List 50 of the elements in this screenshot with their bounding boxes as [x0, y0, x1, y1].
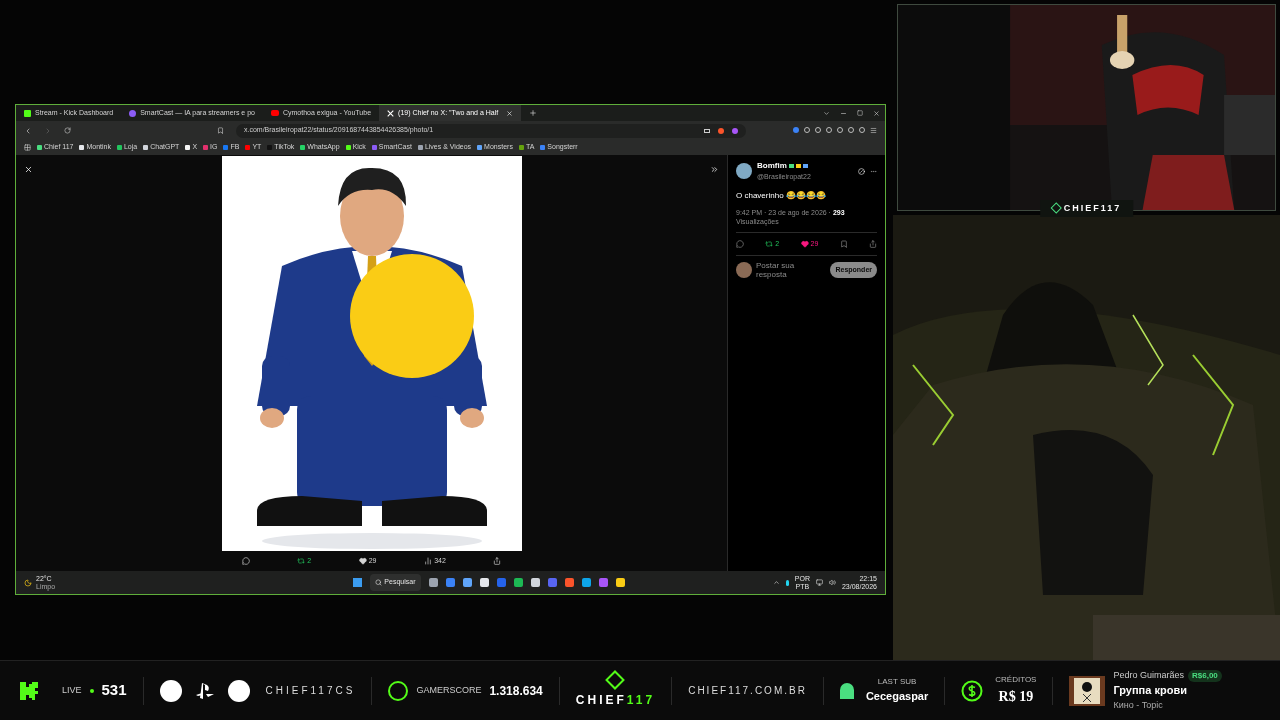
- reply-field[interactable]: Postar sua resposta: [756, 261, 827, 279]
- x-logo-icon: [387, 109, 395, 117]
- apps-icon[interactable]: [24, 144, 31, 151]
- channel-logo: CHIEF 117: [575, 691, 656, 709]
- grok-icon[interactable]: [858, 167, 865, 175]
- windows-icon[interactable]: [353, 578, 363, 587]
- search-icon: [375, 579, 383, 586]
- avatar: [736, 262, 752, 278]
- close-icon[interactable]: [506, 109, 514, 117]
- song-artist: Кино - Topic: [1113, 698, 1164, 712]
- bar-chart-icon: [424, 557, 433, 566]
- donor-name: Pedro Guimarães: [1113, 668, 1184, 682]
- kick-icon: [20, 681, 38, 700]
- new-tab-icon[interactable]: [529, 109, 538, 117]
- credits-value: R$ 19: [998, 688, 1034, 706]
- gamerscore-value: 1.318.634: [489, 682, 543, 700]
- song-title: Группа крови: [1113, 683, 1188, 699]
- gamerscore-label: GAMERSCORE: [416, 683, 482, 697]
- website: CHIEF117.COM.BR: [688, 684, 807, 698]
- credits-label: CRÉDITOS: [995, 674, 1037, 686]
- volume-icon: [828, 579, 836, 586]
- viewer-count: 531: [101, 680, 127, 701]
- menu-icon[interactable]: [870, 127, 877, 134]
- last-sub-name: Cecegaspar: [865, 689, 929, 705]
- expand-icon[interactable]: [710, 165, 719, 174]
- dollar-icon: [961, 679, 984, 702]
- chevron-icon[interactable]: [823, 109, 830, 117]
- author-name: Bomfim: [757, 160, 787, 172]
- live-label: LIVE: [62, 683, 82, 697]
- chevron-up-icon[interactable]: [772, 579, 780, 586]
- share-icon[interactable]: [493, 557, 502, 566]
- cast-icon: [704, 128, 710, 133]
- close-icon[interactable]: [873, 109, 880, 117]
- share-icon[interactable]: [868, 239, 877, 248]
- donation-amount: R$6,00: [1188, 669, 1222, 682]
- monitor-icon: [815, 579, 823, 586]
- extension-icon[interactable]: [793, 127, 799, 133]
- gamer-handle: CHIEF117CS: [265, 684, 356, 698]
- avatar: [736, 163, 752, 180]
- back-icon[interactable]: [24, 126, 32, 135]
- bookmark-icon[interactable]: [839, 239, 848, 248]
- reload-icon[interactable]: [64, 127, 71, 134]
- user-icon: [839, 682, 854, 699]
- last-sub-label: LAST SUB: [877, 676, 917, 689]
- moon-icon: [24, 578, 32, 587]
- restore-icon[interactable]: [857, 110, 863, 116]
- logo-icon: [605, 669, 626, 690]
- post-text: O chaverinho 😂😂😂😂: [736, 189, 827, 202]
- bookmark-icon[interactable]: [217, 127, 224, 134]
- mic-icon: [785, 579, 789, 586]
